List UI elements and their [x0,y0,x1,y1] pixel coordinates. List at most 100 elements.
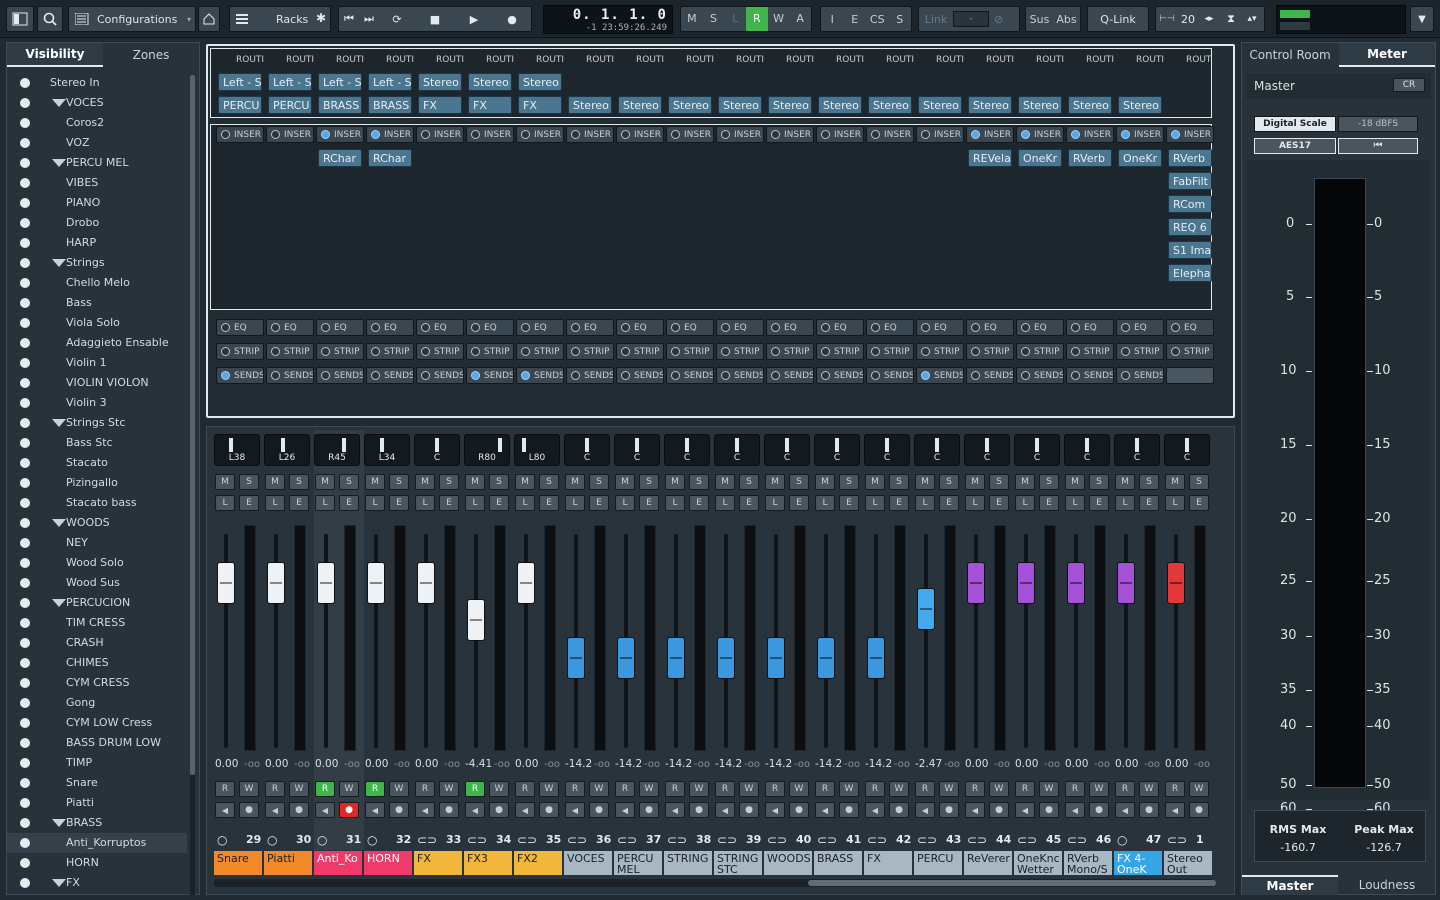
insert-bypass-icon[interactable] [821,130,830,139]
tree-item[interactable]: VIOLIN VIOLON [7,373,187,393]
visibility-toggle-icon[interactable] [20,78,30,88]
mode2-i-button[interactable]: I [821,13,844,26]
tree-item[interactable]: Snare [7,773,187,793]
insert-slot[interactable]: RChar [318,149,362,167]
visibility-toggle-icon[interactable] [20,278,30,288]
eq-bypass-icon[interactable] [771,323,780,332]
input-routing[interactable]: Left - S [268,73,312,91]
eq-section[interactable]: EQ [1016,319,1064,336]
insert-bypass-icon[interactable] [671,130,680,139]
strip-section[interactable]: STRIP [816,343,864,360]
tab-loudness[interactable]: Loudness [1339,875,1435,895]
visibility-toggle-icon[interactable] [20,218,30,228]
folder-expand-icon[interactable] [52,599,66,607]
widen-icon[interactable]: ◂▸ [1198,14,1220,24]
insert-slot[interactable]: REVela [968,149,1012,167]
insert-bypass-icon[interactable] [721,130,730,139]
sends-bypass-icon[interactable] [471,371,480,380]
sends-section[interactable]: SENDS [1016,367,1064,384]
visibility-toggle-icon[interactable] [20,198,30,208]
eq-bypass-icon[interactable] [1171,323,1180,332]
insert-header[interactable]: INSER [1166,126,1214,143]
folder-expand-icon[interactable] [52,159,66,167]
eq-section[interactable]: EQ [1166,319,1214,336]
strip-bypass-icon[interactable] [771,347,780,356]
narrow-icon[interactable]: ⊢⊣ [1156,14,1178,24]
tree-item[interactable]: PERCU MEL [7,153,187,173]
eq-bypass-icon[interactable] [321,323,330,332]
visibility-toggle-icon[interactable] [20,878,30,888]
configurations-button[interactable]: Configurations ▾ [68,6,196,32]
strip-bypass-icon[interactable] [1021,347,1030,356]
tree-item[interactable]: Violin 3 [7,393,187,413]
visibility-toggle-icon[interactable] [20,478,30,488]
visibility-toggle-icon[interactable] [20,138,30,148]
eq-section[interactable]: EQ [566,319,614,336]
eq-bypass-icon[interactable] [971,323,980,332]
visibility-toggle-icon[interactable] [20,238,30,248]
eq-bypass-icon[interactable] [521,323,530,332]
tree-item[interactable]: Pizingallo [7,473,187,493]
strip-section[interactable]: STRIP [466,343,514,360]
mode2-e-button[interactable]: E [844,13,867,26]
visibility-toggle-icon[interactable] [20,378,30,388]
insert-bypass-icon[interactable] [471,130,480,139]
mode-s-button[interactable]: S [703,7,725,31]
tab-meter[interactable]: Meter [1339,43,1435,67]
insert-slot[interactable]: OneKr [1018,149,1062,167]
visibility-toggle-icon[interactable] [20,438,30,448]
sends-section[interactable]: SENDS [916,367,964,384]
strip-section[interactable]: STRIP [666,343,714,360]
visibility-toggle-icon[interactable] [20,258,30,268]
strip-bypass-icon[interactable] [871,347,880,356]
input-routing[interactable]: Stereo [518,73,562,91]
visibility-toggle-icon[interactable] [20,678,30,688]
sends-bypass-icon[interactable] [371,371,380,380]
cycle-icon[interactable]: ⟳ [379,13,415,26]
visibility-toggle-icon[interactable] [20,98,30,108]
record-icon[interactable]: ● [493,13,531,26]
output-routing[interactable]: Stereo [918,96,962,114]
strip-bypass-icon[interactable] [371,347,380,356]
tree-item[interactable]: TIM CRESS [7,613,187,633]
eq-bypass-icon[interactable] [421,323,430,332]
eq-section[interactable]: EQ [616,319,664,336]
visibility-toggle-icon[interactable] [20,658,30,668]
tree-item[interactable]: CHIMES [7,653,187,673]
sends-section[interactable]: SENDS [516,367,564,384]
eq-section[interactable]: EQ [266,319,314,336]
visibility-toggle-icon[interactable] [20,458,30,468]
insert-header[interactable]: INSER [466,126,514,143]
insert-header[interactable]: INSER [766,126,814,143]
tree-item[interactable]: Stacato [7,453,187,473]
visibility-toggle-icon[interactable] [20,178,30,188]
mode2-cs-button[interactable]: CS [866,13,889,26]
sends-section[interactable]: SENDS [816,367,864,384]
tree-item[interactable]: Chello Melo [7,273,187,293]
tree-item[interactable]: Strings Stc [7,413,187,433]
insert-header[interactable]: INSER [566,126,614,143]
strip-section[interactable]: STRIP [1116,343,1164,360]
sends-bypass-icon[interactable] [621,371,630,380]
sends-section[interactable]: SENDS [316,367,364,384]
strip-bypass-icon[interactable] [1121,347,1130,356]
insert-header[interactable]: INSER [966,126,1014,143]
sends-section[interactable]: SENDS [566,367,614,384]
insert-slot[interactable]: OneKr [1118,149,1162,167]
eq-bypass-icon[interactable] [921,323,930,332]
visibility-toggle-icon[interactable] [20,358,30,368]
tree-scroll-thumb[interactable] [190,75,195,775]
eq-bypass-icon[interactable] [871,323,880,332]
strip-bypass-icon[interactable] [1171,347,1180,356]
tree-item[interactable]: HARP [7,233,187,253]
output-routing[interactable]: PERCU [218,96,262,114]
insert-header[interactable]: INSER [216,126,264,143]
dbfs-button[interactable]: -18 dBFS [1338,116,1418,132]
visibility-toggle-icon[interactable] [20,718,30,728]
eq-bypass-icon[interactable] [371,323,380,332]
sends-section[interactable]: SENDS [216,367,264,384]
sends-bypass-icon[interactable] [271,371,280,380]
insert-bypass-icon[interactable] [971,130,980,139]
sends-bypass-icon[interactable] [771,371,780,380]
strip-bypass-icon[interactable] [621,347,630,356]
